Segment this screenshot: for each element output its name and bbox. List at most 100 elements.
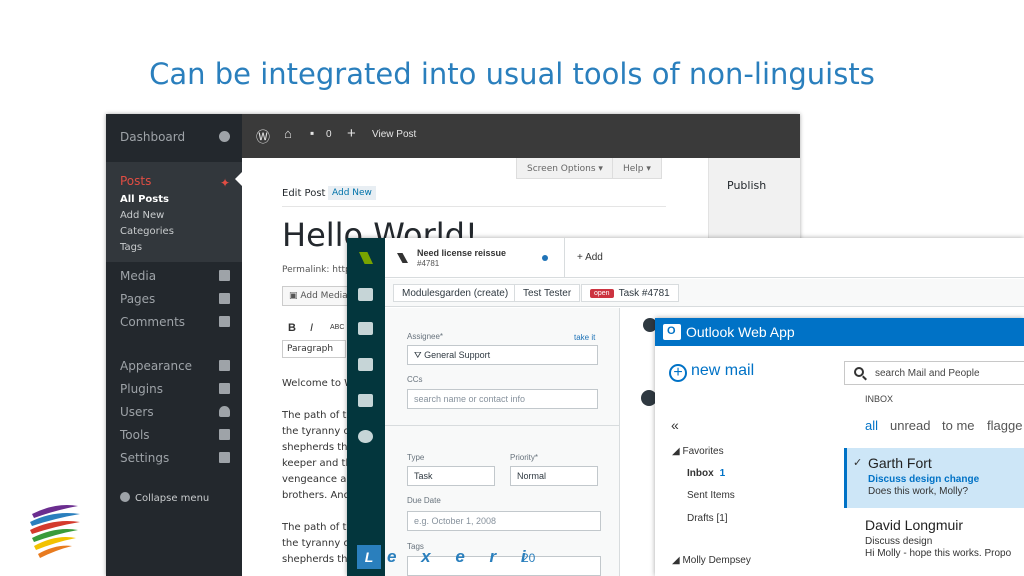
body-line: the tyranny of (282, 426, 354, 437)
pages-icon (219, 293, 230, 304)
view-post-link[interactable]: View Post (372, 129, 416, 140)
sidebar-item-label: Dashboard (120, 130, 186, 144)
check-icon: ✓ (853, 457, 863, 469)
body-line: The path of th (282, 522, 353, 533)
assignee-field[interactable]: ⛛ General Support (407, 345, 598, 365)
unread-dot (542, 255, 548, 261)
format-select[interactable]: Paragraph (282, 340, 346, 358)
permalink[interactable]: Permalink: http (282, 265, 351, 275)
filter-flagged[interactable]: flagge (987, 418, 1022, 433)
sidebar-item-comments[interactable]: Comments (120, 315, 230, 329)
reporting-icon[interactable] (358, 394, 373, 407)
favorites-group[interactable]: ◢ Favorites (672, 446, 724, 457)
ticket-icon (397, 253, 408, 263)
submenu-add-new[interactable]: Add New (120, 210, 164, 221)
ticket-tab[interactable]: Need license reissue #4781 (385, 238, 565, 278)
body-line: The path of th (282, 410, 353, 421)
customers-icon[interactable] (358, 358, 373, 371)
active-indicator (235, 172, 242, 186)
add-tab-button[interactable]: + Add (577, 252, 603, 263)
crumb-requester[interactable]: Test Tester (514, 284, 581, 302)
folder-inbox[interactable]: Inbox 1 (687, 468, 725, 479)
add-media-label: Add Media (300, 291, 348, 301)
add-new-button[interactable]: Add New (328, 186, 376, 200)
message-item[interactable]: ✓ Garth Fort Discuss design change Does … (844, 448, 1024, 508)
app-title: Outlook Web App (686, 324, 795, 340)
comment-count: 0 (326, 129, 332, 140)
message-preview: Does this work, Molly? (868, 486, 969, 497)
submenu-all-posts[interactable]: All Posts (120, 194, 169, 205)
body-line: the tyranny o (282, 538, 350, 549)
new-mail-button[interactable]: + new mail (669, 362, 754, 382)
wp-admin-toolbar: Ⓦ ⌂ ▪ 0 + View Post (242, 114, 800, 158)
type-select[interactable]: Task (407, 466, 495, 486)
message-preview: Hi Molly - hope this works. Propo (865, 548, 1012, 559)
help-label: Help (623, 164, 644, 174)
help-button[interactable]: Help ▾ (612, 158, 662, 179)
home-icon[interactable] (358, 288, 373, 301)
add-media-button[interactable]: ▣ Add Media (282, 286, 355, 306)
sidebar-item-label: Appearance (120, 359, 193, 373)
submenu-categories[interactable]: Categories (120, 226, 174, 237)
filter-all[interactable]: all (865, 418, 878, 433)
ccs-input[interactable]: search name or contact info (407, 389, 598, 409)
body-line: shepherds the (282, 554, 354, 565)
search-input[interactable]: search Mail and People (844, 361, 1024, 385)
collapse-folders-icon[interactable]: « (671, 417, 679, 433)
crumb-organization[interactable]: Modulesgarden (create) (393, 284, 518, 302)
comment-icon (219, 316, 230, 327)
italic-button[interactable]: I (310, 322, 313, 334)
message-item[interactable]: David Longmuir Discuss design Hi Molly -… (844, 510, 1024, 570)
bold-button[interactable]: B (288, 322, 296, 334)
page-number: 20 (522, 551, 536, 565)
sidebar-item-plugins[interactable]: Plugins (120, 382, 230, 396)
sidebar-item-pages[interactable]: Pages (120, 292, 230, 306)
submenu-tags[interactable]: Tags (120, 242, 142, 253)
wordpress-logo-icon[interactable]: Ⓦ (256, 127, 270, 147)
pin-icon: ✦ (219, 176, 230, 190)
dashboard-icon (219, 131, 230, 142)
sidebar-item-media[interactable]: Media (120, 269, 230, 283)
filter-to-me[interactable]: to me (942, 418, 975, 433)
plus-icon[interactable]: + (347, 125, 356, 142)
collapse-menu-button[interactable]: Collapse menu (120, 492, 209, 504)
assignee-label: Assignee* (407, 332, 444, 341)
folder-drafts[interactable]: Drafts [1] (687, 513, 728, 524)
body-line: shepherds the (282, 442, 354, 453)
sidebar-item-label: Plugins (120, 382, 163, 396)
outlook-logo-icon (663, 324, 681, 340)
sidebar-item-posts[interactable]: Posts (120, 174, 230, 188)
sidebar-item-dashboard[interactable]: Dashboard (120, 130, 230, 144)
sidebar-item-users[interactable]: Users (120, 405, 230, 419)
ticket-properties: Assignee* take it ⛛ General Support CCs … (385, 308, 620, 576)
ticket-tabs-bar: Need license reissue #4781 + Add (385, 238, 1024, 278)
due-date-input[interactable]: e.g. October 1, 2008 (407, 511, 601, 531)
assignee-value: General Support (424, 350, 491, 360)
brush-stroke-logo (30, 505, 80, 558)
folder-sent[interactable]: Sent Items (687, 490, 735, 501)
sidebar-item-label: Pages (120, 292, 156, 306)
zendesk-logo-icon[interactable] (359, 252, 373, 264)
comment-bubble-icon[interactable]: ▪ (310, 126, 314, 140)
sidebar-item-label: Tools (120, 428, 150, 442)
sidebar-item-label: Media (120, 269, 157, 283)
sidebar-item-appearance[interactable]: Appearance (120, 359, 230, 373)
take-it-link[interactable]: take it (574, 333, 595, 342)
message-sender: Garth Fort (868, 455, 932, 471)
search-placeholder: search Mail and People (875, 368, 980, 379)
wp-admin-sidebar: Dashboard Posts ✦ All Posts Add New Cate… (106, 114, 242, 576)
settings-icon (219, 452, 230, 463)
sidebar-item-settings[interactable]: Settings (120, 451, 230, 465)
account-group[interactable]: ◢ Molly Dempsey (672, 555, 751, 566)
priority-select[interactable]: Normal (510, 466, 598, 486)
views-icon[interactable] (358, 322, 373, 335)
screen-options-button[interactable]: Screen Options ▾ (516, 158, 614, 179)
admin-gear-icon[interactable] (358, 430, 373, 443)
add-label: Add (585, 252, 603, 263)
sidebar-item-tools[interactable]: Tools (120, 428, 230, 442)
home-icon[interactable]: ⌂ (284, 126, 292, 141)
ccs-label: CCs (407, 375, 423, 384)
filter-unread[interactable]: unread (890, 418, 930, 433)
strikethrough-button[interactable]: ABC (330, 324, 344, 331)
crumb-ticket[interactable]: open Task #4781 (581, 284, 679, 302)
